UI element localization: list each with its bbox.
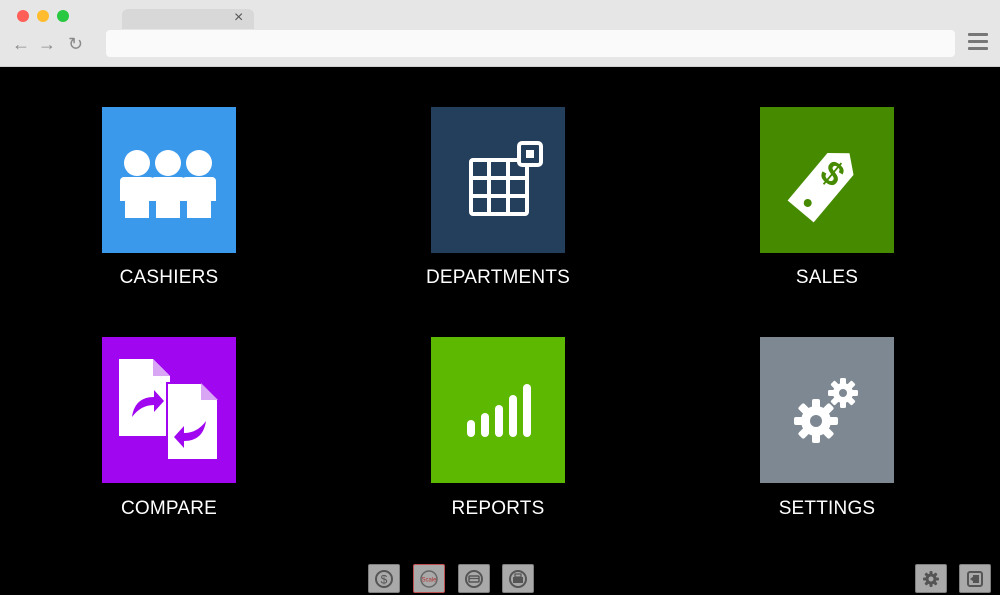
exit-icon — [967, 571, 983, 587]
hamburger-menu-icon[interactable] — [968, 33, 988, 53]
minimize-window-button[interactable] — [37, 10, 49, 22]
card-button[interactable] — [458, 564, 490, 593]
scale-text: Scale — [421, 578, 437, 584]
settings-gear-button[interactable] — [915, 564, 947, 593]
tile-settings[interactable] — [760, 337, 894, 483]
price-tag-icon: $ — [760, 107, 894, 253]
browser-window: × ← → ↻ CASHIERS DEPARTMENTS $ SALES COM… — [0, 0, 1000, 595]
money-button[interactable]: $ — [368, 564, 400, 593]
tile-label-compare: COMPARE — [120, 498, 218, 519]
tile-label-cashiers: CASHIERS — [119, 267, 219, 288]
back-arrow-icon[interactable]: ← — [12, 35, 30, 53]
tile-label-reports: REPORTS — [451, 498, 545, 519]
browser-toolbar: × ← → ↻ — [0, 0, 1000, 67]
maximize-window-button[interactable] — [57, 10, 69, 22]
reload-icon[interactable]: ↻ — [68, 35, 83, 53]
printer-button[interactable] — [502, 564, 534, 593]
tile-cashiers[interactable] — [102, 107, 236, 253]
tile-sales[interactable]: $ — [760, 107, 894, 253]
compare-documents-icon — [102, 337, 236, 483]
tile-label-departments: DEPARTMENTS — [425, 267, 570, 288]
grid-icon — [431, 107, 565, 253]
app-main: CASHIERS DEPARTMENTS $ SALES COMPARE REP… — [0, 67, 1000, 595]
tile-reports[interactable] — [431, 337, 565, 483]
tile-label-sales: SALES — [795, 267, 859, 288]
close-window-button[interactable] — [17, 10, 29, 22]
gears-icon — [760, 337, 894, 483]
tile-compare[interactable] — [102, 337, 236, 483]
exit-button[interactable] — [959, 564, 991, 593]
card-icon — [465, 570, 483, 588]
printer-icon — [509, 570, 527, 588]
bar-signal-icon — [431, 337, 565, 483]
tile-departments[interactable] — [431, 107, 565, 253]
dollar-coin-icon: $ — [375, 570, 393, 588]
scale-button[interactable]: Scale — [413, 564, 445, 593]
tile-label-settings: SETTINGS — [778, 498, 876, 519]
address-bar[interactable] — [106, 30, 955, 57]
gear-icon — [923, 571, 939, 587]
svg-text:$: $ — [381, 573, 388, 587]
forward-arrow-icon[interactable]: → — [38, 35, 56, 53]
people-icon — [102, 107, 236, 253]
scale-icon: Scale — [420, 570, 438, 588]
tab-close-icon[interactable]: × — [234, 8, 243, 28]
